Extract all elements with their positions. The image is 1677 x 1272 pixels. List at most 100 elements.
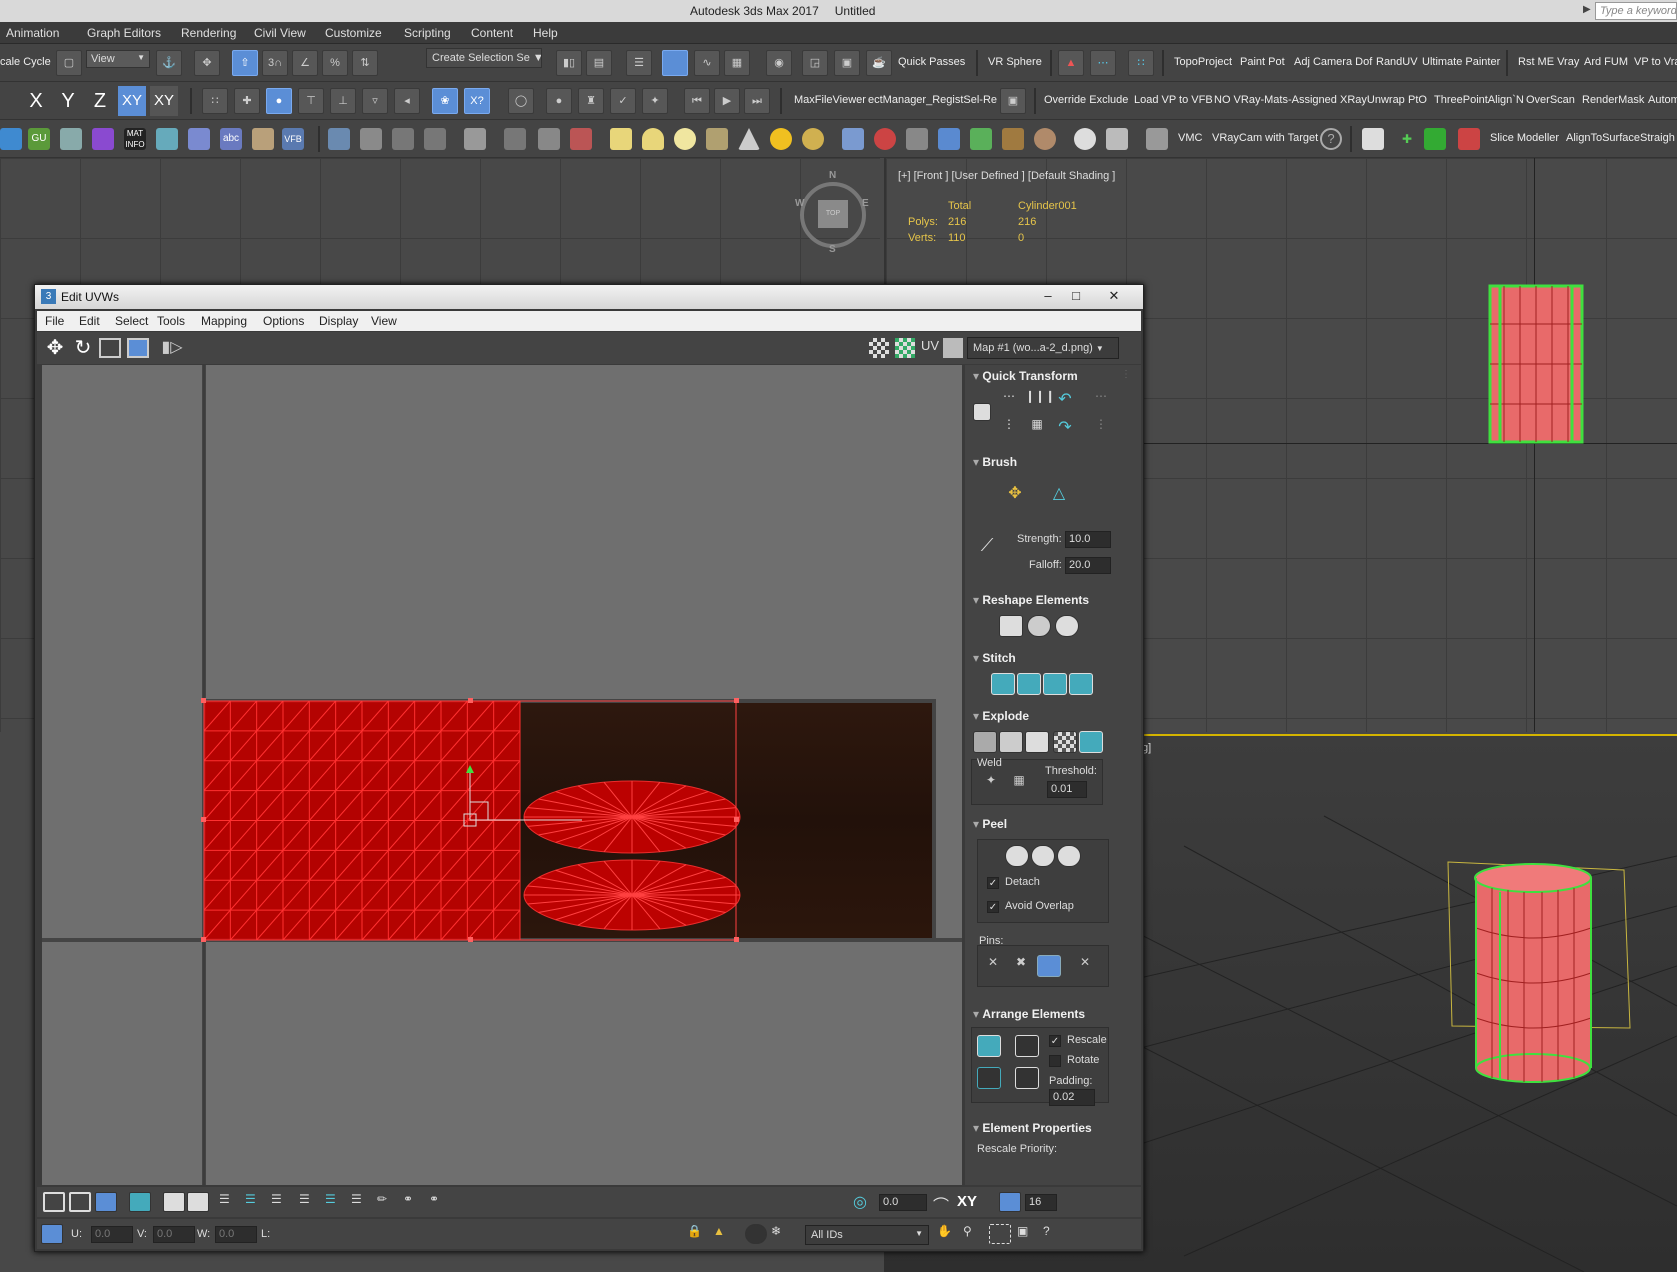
rotate-cw-icon[interactable]: ↷ (1053, 417, 1077, 439)
scale-uv-icon[interactable] (99, 338, 121, 358)
image-icon[interactable]: ▣ (1000, 88, 1026, 114)
xrayunwrap-button[interactable]: XRayUnwrap (1340, 94, 1405, 106)
curve-editor-icon[interactable]: ∿ (694, 50, 720, 76)
axis-y-button[interactable]: Y (54, 86, 82, 116)
uvw-menu-edit[interactable]: Edit (79, 314, 100, 328)
stitch-rollout[interactable]: Stitch (973, 651, 1015, 665)
stitch-source-icon[interactable] (1017, 673, 1041, 695)
pto-button[interactable]: PtO (1408, 94, 1427, 106)
vraycam-with-target-button[interactable]: VRayCam with Target (1212, 132, 1318, 144)
zoom-region-icon[interactable] (989, 1224, 1011, 1244)
overscan-button[interactable]: OverScan (1526, 94, 1575, 106)
list-icon[interactable] (392, 128, 414, 150)
maxfileviewer-button[interactable]: MaxFileViewer (794, 94, 866, 106)
uvw-menu-mapping[interactable]: Mapping (201, 314, 247, 328)
snap-vertex-icon[interactable]: ● (266, 88, 292, 114)
checker-pattern-icon[interactable] (869, 338, 889, 358)
vertex-mode-icon[interactable] (43, 1192, 65, 1212)
uvw-menu-file[interactable]: File (45, 314, 64, 328)
grass-icon[interactable] (970, 128, 992, 150)
pan-icon[interactable]: ✋ (937, 1224, 959, 1244)
spinner-snap-icon[interactable]: ⇅ (352, 50, 378, 76)
material-id-dropdown[interactable]: All IDs ▼ (805, 1225, 929, 1245)
relax-brush-icon[interactable]: △ (1047, 483, 1071, 505)
soft-curve-icon[interactable]: ⌒ (933, 1192, 955, 1215)
schematic-view-icon[interactable]: ▦ (724, 50, 750, 76)
zoom-icon[interactable]: ⚲ (963, 1224, 985, 1244)
gu-icon[interactable]: GU (28, 128, 50, 150)
stitch-custom-icon[interactable] (991, 673, 1015, 695)
teapot-icon[interactable] (328, 128, 350, 150)
ring-shrink-icon[interactable]: ☰ (299, 1192, 321, 1212)
rendermask-button[interactable]: RenderMask (1582, 94, 1644, 106)
project-manager-button[interactable]: ectManager_RegistSel-Re (868, 94, 997, 106)
paint-move-icon[interactable]: ✥ (1003, 483, 1027, 505)
play-icon[interactable]: ▶ (714, 88, 740, 114)
snap-midpoint-icon[interactable]: ⊥ (330, 88, 356, 114)
brush-rollout[interactable]: Brush (973, 455, 1017, 469)
freeze-icon[interactable]: ❄ (771, 1224, 793, 1244)
shrink-selection-icon[interactable] (187, 1192, 209, 1212)
percent-snap-icon[interactable]: % (322, 50, 348, 76)
menu-customize[interactable]: Customize (325, 26, 382, 40)
soft-selection-icon[interactable]: ◎ (853, 1192, 875, 1212)
minimize-button[interactable]: – (1035, 287, 1061, 305)
vmc-icon[interactable] (1146, 128, 1168, 150)
select-scale-icon[interactable]: ▢ (56, 50, 82, 76)
stitch-target-icon[interactable] (1069, 673, 1093, 695)
snap-grid-icon[interactable]: ∷ (202, 88, 228, 114)
fur-icon[interactable] (842, 128, 864, 150)
strength-spinner[interactable]: 10.0 (1065, 531, 1111, 548)
straighten-button[interactable]: Straigh (1640, 132, 1675, 144)
menu-help[interactable]: Help (533, 26, 558, 40)
grid-table-icon[interactable] (1106, 128, 1128, 150)
cylinder-perspective-view[interactable] (1440, 858, 1640, 1248)
uvw-menu-tools[interactable]: Tools (157, 314, 185, 328)
adj-camera-dof-button[interactable]: Adj Camera Dof (1294, 56, 1372, 68)
pivot-icon[interactable]: ⚓ (156, 50, 182, 76)
topoproject-button[interactable]: TopoProject (1174, 56, 1232, 68)
pac-icon[interactable] (60, 128, 82, 150)
falloff-spinner[interactable]: 20.0 (1065, 557, 1111, 574)
reference-coord-dropdown[interactable]: View ▼ (86, 50, 150, 68)
explode-rollout[interactable]: Explode (973, 709, 1029, 723)
loop-grow-icon[interactable]: ☰ (245, 1192, 267, 1212)
detach-edge-icon[interactable] (999, 731, 1023, 753)
textools-icon[interactable] (1458, 128, 1480, 150)
stitch-average-icon[interactable] (1043, 673, 1067, 695)
uv-layout[interactable] (42, 365, 962, 1185)
texture-icon[interactable] (252, 128, 274, 150)
ring-grow-icon[interactable]: ☰ (325, 1192, 347, 1212)
scatter-tool-icon[interactable]: ∷ (1128, 50, 1154, 76)
snap-endpoint-icon[interactable]: ⊤ (298, 88, 324, 114)
snap-options-icon[interactable]: ❀ (432, 88, 458, 114)
rst-me-vray-button[interactable]: Rst ME Vray (1518, 56, 1579, 68)
uvw-menu-view[interactable]: View (371, 314, 397, 328)
rgb-icon[interactable] (92, 128, 114, 150)
map-options-icon[interactable] (943, 338, 963, 358)
grid-snap-icon[interactable] (999, 1192, 1021, 1212)
align-icon[interactable]: ▤ (586, 50, 612, 76)
element-properties-rollout[interactable]: Element Properties (973, 1121, 1091, 1135)
pack-normalize-icon[interactable] (977, 1035, 1001, 1057)
snap-pivot-icon[interactable]: ✚ (234, 88, 260, 114)
padding-spinner[interactable]: 0.02 (1049, 1089, 1095, 1106)
snap-3-icon[interactable]: 3∩ (262, 50, 288, 76)
table-icon[interactable] (424, 128, 446, 150)
rotate-uv-icon[interactable]: ↻ (71, 336, 95, 360)
uv-shell-cap-bottom[interactable] (523, 859, 741, 931)
layer-manager-icon[interactable]: ☰ (626, 50, 652, 76)
cloth-icon[interactable]: ♜ (578, 88, 604, 114)
reshape-elements-rollout[interactable]: Reshape Elements (973, 593, 1089, 607)
green-tool-icon[interactable] (1424, 128, 1446, 150)
terrain-tool-icon[interactable]: ▲ (1058, 50, 1084, 76)
curve-icon[interactable] (538, 128, 560, 150)
axis-xy-button[interactable]: XY (118, 86, 146, 116)
v-spinner[interactable]: 0.0 (153, 1226, 195, 1243)
mirror-uv-icon[interactable]: ▮▷ (161, 338, 183, 358)
explode-options-icon[interactable] (1079, 731, 1103, 753)
randuv-button[interactable]: RandUV (1376, 56, 1418, 68)
weld-target-icon[interactable]: ✦ (979, 773, 1003, 795)
abc-icon[interactable]: abc (220, 128, 242, 150)
polygon-mode-icon[interactable] (95, 1192, 117, 1212)
